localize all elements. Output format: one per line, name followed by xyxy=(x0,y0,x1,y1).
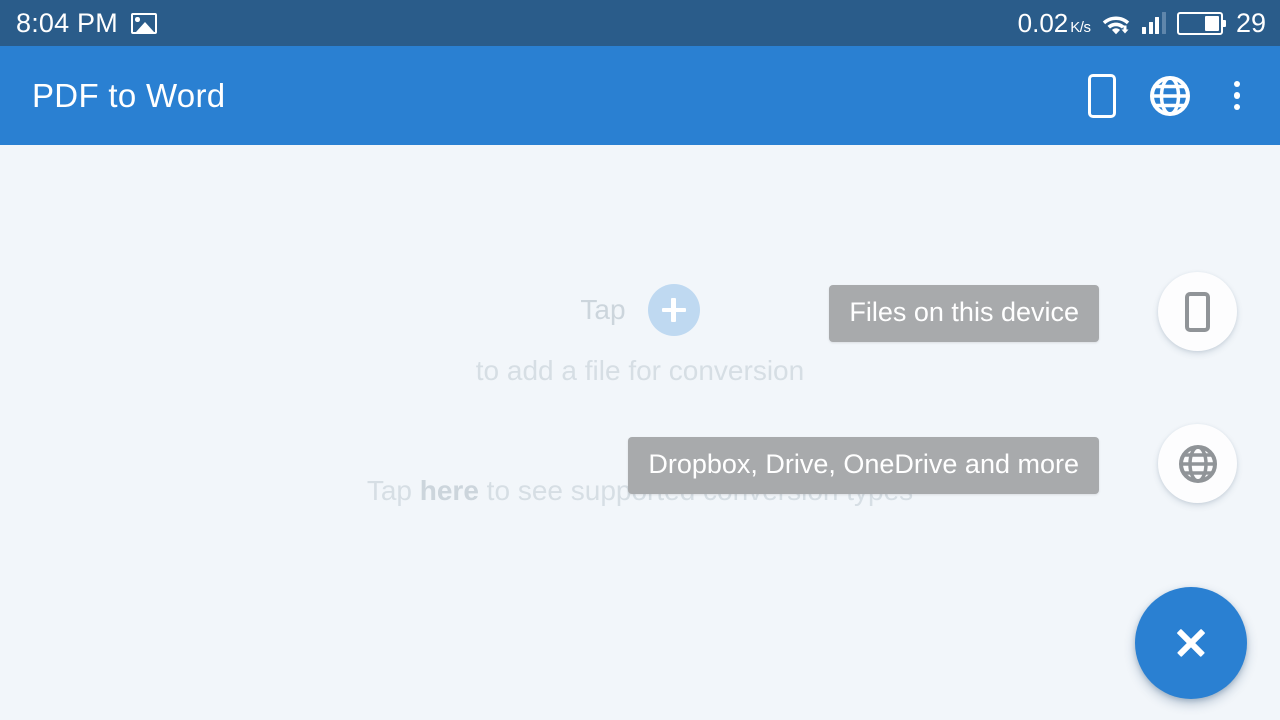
page-title: PDF to Word xyxy=(32,76,226,114)
hint-types-here-link[interactable]: here xyxy=(420,475,479,506)
globe-icon xyxy=(1149,75,1191,117)
battery-fill xyxy=(1205,15,1219,31)
hint-types-prefix: Tap xyxy=(366,475,420,506)
main-fab-close-button[interactable] xyxy=(1135,587,1247,699)
speed-dial-button-cloud[interactable] xyxy=(1158,424,1237,503)
status-bar-clock: 8:04 PM xyxy=(16,7,118,38)
plus-circle-icon xyxy=(647,284,700,336)
hint-add-file-line2: to add a file for conversion xyxy=(475,355,805,386)
app-bar: PDF to Word xyxy=(0,46,1280,145)
globe-icon xyxy=(1178,444,1218,484)
network-speed-unit: K/s xyxy=(1070,18,1091,36)
cloud-files-action-button[interactable] xyxy=(1149,75,1191,117)
phone-device-icon xyxy=(1087,73,1116,118)
signal-bars-icon xyxy=(1142,12,1166,34)
device-files-action-button[interactable] xyxy=(1087,73,1116,118)
status-bar-left: 8:04 PM xyxy=(16,8,157,39)
wifi-icon xyxy=(1101,11,1131,35)
speed-dial-button-device[interactable] xyxy=(1158,272,1237,351)
app-bar-actions xyxy=(1087,73,1259,118)
hint-tap-label: Tap xyxy=(580,294,626,325)
phone-device-icon xyxy=(1185,291,1210,332)
network-speed-value: 0.02 xyxy=(1017,7,1069,38)
status-bar-right: 0.02 K/s 29 xyxy=(1018,8,1266,39)
battery-icon xyxy=(1176,11,1226,35)
photo-icon xyxy=(130,12,157,34)
speed-dial-label-device[interactable]: Files on this device xyxy=(829,285,1099,342)
speed-dial-label-cloud[interactable]: Dropbox, Drive, OneDrive and more xyxy=(628,437,1099,494)
close-x-icon xyxy=(1171,623,1211,663)
status-bar: 8:04 PM 0.02 K/s 29 xyxy=(0,0,1280,46)
more-vertical-icon[interactable] xyxy=(1224,75,1251,117)
main-content: Tap to add a file for conversion Tap her… xyxy=(0,145,1280,720)
network-speed-indicator: 0.02 K/s xyxy=(1018,8,1091,39)
battery-level-label: 29 xyxy=(1235,7,1266,38)
